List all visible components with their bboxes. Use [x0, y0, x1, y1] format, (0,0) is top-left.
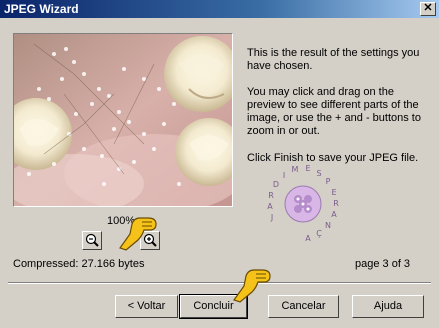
zoom-out-button[interactable] [82, 231, 102, 250]
hand-cursor-icon [233, 269, 271, 303]
svg-text:P: P [326, 177, 331, 186]
image-preview[interactable] [13, 33, 233, 207]
svg-text:A: A [305, 234, 311, 243]
zoom-out-icon [85, 233, 99, 247]
svg-text:E: E [331, 188, 336, 197]
svg-text:E: E [305, 164, 310, 173]
help-button[interactable]: Ajuda [352, 295, 424, 318]
description-result: This is the result of the settings you h… [247, 47, 420, 72]
hand-cursor-icon [119, 217, 157, 251]
close-icon: ✕ [423, 2, 433, 14]
svg-text:M: M [292, 165, 299, 174]
svg-text:J: J [270, 213, 273, 222]
svg-text:R: R [333, 199, 339, 208]
svg-text:Ç: Ç [316, 229, 322, 238]
watermark-logo: JAR DIM ESP ERA NÇA [262, 162, 344, 246]
separator [8, 282, 431, 284]
svg-text:R: R [268, 191, 274, 200]
preview-image [14, 34, 232, 206]
svg-text:I: I [283, 171, 285, 180]
svg-text:S: S [316, 169, 321, 178]
svg-text:A: A [331, 210, 337, 219]
title-bar: JPEG Wizard ✕ [0, 0, 439, 18]
svg-text:A: A [267, 202, 273, 211]
description-instructions: You may click and drag on the preview to… [247, 86, 421, 137]
svg-text:N: N [325, 221, 331, 230]
back-button[interactable]: < Voltar [115, 295, 178, 318]
compressed-size: Compressed: 27.166 bytes [13, 258, 145, 270]
svg-text:D: D [273, 180, 279, 189]
cancel-button[interactable]: Cancelar [268, 295, 339, 318]
window-title: JPEG Wizard [4, 2, 79, 16]
close-button[interactable]: ✕ [420, 2, 436, 16]
page-indicator: page 3 of 3 [355, 258, 411, 270]
